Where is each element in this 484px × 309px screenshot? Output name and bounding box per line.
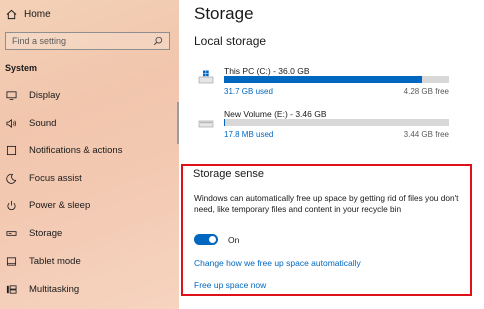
sidebar-item-sound[interactable]: Sound (6, 116, 56, 130)
tablet-icon (6, 256, 17, 266)
drive-free-text: 4.28 GB free (403, 87, 449, 96)
sidebar-item-label: Sound (29, 117, 57, 129)
sidebar-item-display[interactable]: Display (6, 88, 60, 102)
speaker-icon (6, 118, 16, 128)
display-icon (6, 90, 17, 100)
sidebar-item-power-sleep[interactable]: Power & sleep (6, 198, 90, 212)
drive-used-text: 31.7 GB used (224, 87, 273, 96)
moon-icon (6, 173, 17, 184)
sidebar-item-label: Notifications & actions (29, 144, 123, 156)
sidebar-item-tablet-mode[interactable]: Tablet mode (6, 254, 81, 268)
storage-sense-description: Windows can automatically free up space … (194, 193, 459, 214)
storage-sense-heading: Storage sense (193, 168, 264, 180)
storage-sense-highlight (181, 164, 472, 296)
sidebar-item-focus-assist[interactable]: Focus assist (6, 171, 82, 185)
settings-sidebar: Home Find a setting System Display Sound… (0, 0, 179, 309)
search-icon (153, 36, 163, 46)
sidebar-item-label: Display (29, 89, 61, 101)
sidebar-item-storage[interactable]: Storage (6, 226, 62, 240)
toggle-state-label: On (228, 235, 240, 245)
sidebar-item-notifications[interactable]: Notifications & actions (6, 143, 122, 157)
change-free-up-space-link[interactable]: Change how we free up space automaticall… (194, 258, 361, 268)
drive-used-text: 17.8 MB used (224, 130, 274, 139)
drive-usage-fill (224, 76, 422, 83)
search-placeholder: Find a setting (12, 36, 67, 46)
sidebar-item-multitasking[interactable]: Multitasking (6, 282, 79, 296)
drive-name: New Volume (E:) - 3.46 GB (224, 109, 327, 119)
power-icon (7, 200, 16, 210)
sidebar-item-label: Multitasking (29, 283, 80, 295)
home-label: Home (24, 8, 51, 20)
multitasking-icon (6, 284, 17, 294)
notification-icon (6, 145, 17, 155)
storage-icon (6, 230, 17, 236)
hard-drive-icon (198, 120, 214, 128)
section-label-system: System (5, 63, 38, 73)
local-storage-heading: Local storage (194, 34, 267, 48)
sidebar-item-label: Tablet mode (29, 255, 81, 267)
home-icon (6, 9, 17, 19)
drive-usage-fill (224, 119, 226, 126)
sidebar-item-label: Power & sleep (29, 199, 91, 211)
free-up-space-now-link[interactable]: Free up space now (194, 280, 266, 290)
page-title: Storage (194, 4, 254, 23)
drive-usage-bar (224, 119, 449, 126)
storage-sense-toggle[interactable] (194, 234, 218, 245)
storage-page: Storage Local storage This PC (C:) - 36.… (179, 0, 484, 309)
sidebar-item-label: Focus assist (29, 172, 82, 184)
drive-free-text: 3.44 GB free (403, 130, 449, 139)
toggle-knob (209, 236, 216, 243)
windows-drive-icon (198, 70, 214, 84)
drive-name: This PC (C:) - 36.0 GB (224, 66, 310, 76)
search-input[interactable]: Find a setting (5, 32, 170, 50)
sidebar-item-label: Storage (29, 227, 63, 239)
drive-usage-bar (224, 76, 449, 83)
home-nav-item[interactable]: Home (6, 6, 51, 22)
